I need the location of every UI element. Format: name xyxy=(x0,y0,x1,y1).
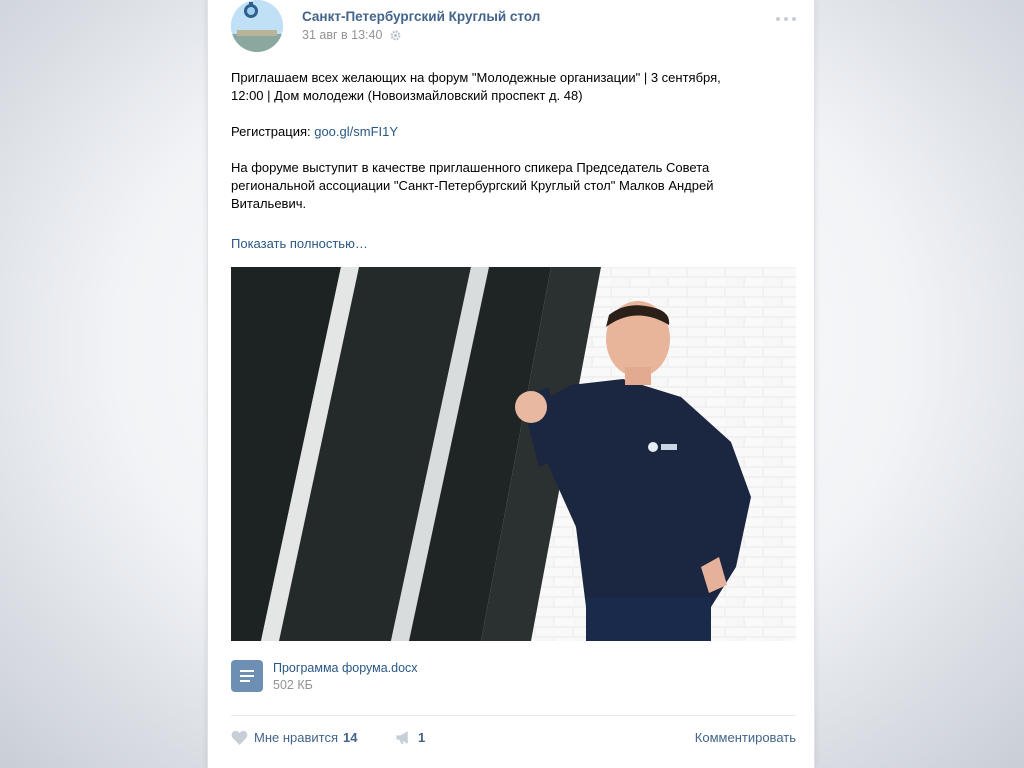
speaker-photo xyxy=(231,267,796,641)
post-photo[interactable] xyxy=(231,267,796,641)
post-text-paragraph-3: На форуме выступит в качестве приглашенн… xyxy=(231,160,714,211)
post-text-line-2: 12:00 | Дом молодежи (Новоизмайловский п… xyxy=(231,88,583,103)
attachment-size: 502 КБ xyxy=(273,678,313,692)
group-avatar[interactable] xyxy=(231,0,283,52)
post-date-text[interactable]: 31 авг в 13:40 xyxy=(302,28,382,42)
group-name-link[interactable]: Санкт-Петербургский Круглый стол xyxy=(302,9,540,24)
megaphone-icon xyxy=(395,730,412,748)
gear-icon xyxy=(390,30,401,44)
post-actions: Мне нравится 14 1 Комментировать xyxy=(231,730,796,750)
share-button[interactable]: 1 xyxy=(395,730,425,748)
show-more-link[interactable]: Показать полностью… xyxy=(231,236,368,251)
more-dots-icon[interactable] xyxy=(776,14,796,24)
post-card: Санкт-Петербургский Круглый стол 31 авг … xyxy=(207,0,815,768)
registration-line: Регистрация: goo.gl/smFI1Y xyxy=(231,123,791,141)
document-icon xyxy=(231,660,263,692)
post-date: 31 авг в 13:40 xyxy=(302,28,401,44)
group-avatar-image xyxy=(231,0,283,52)
actions-divider xyxy=(231,715,796,716)
registration-label: Регистрация: xyxy=(231,124,315,139)
like-label: Мне нравится xyxy=(254,730,339,746)
heart-icon xyxy=(231,730,248,748)
like-count: 14 xyxy=(343,730,358,746)
registration-link[interactable]: goo.gl/smFI1Y xyxy=(314,124,398,139)
attachment-name[interactable]: Программа форума.docx xyxy=(273,661,418,675)
like-button[interactable]: Мне нравится 14 xyxy=(231,730,357,748)
comment-button[interactable]: Комментировать xyxy=(695,730,796,745)
post-text-line-1: Приглашаем всех желающих на форум "Молод… xyxy=(231,70,721,85)
share-count: 1 xyxy=(418,730,426,746)
post-text: Приглашаем всех желающих на форум "Молод… xyxy=(231,69,791,213)
